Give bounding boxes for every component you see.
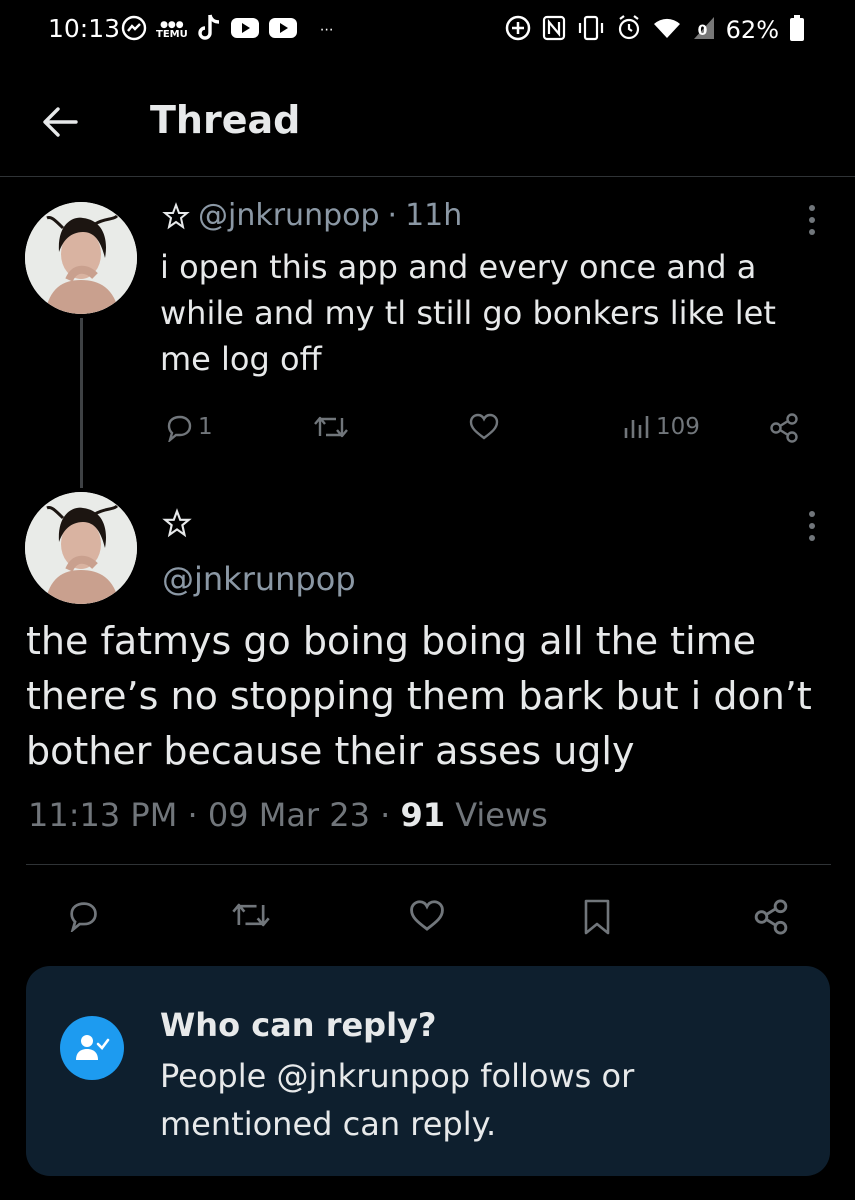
retweet-icon [232,903,270,927]
tweet-text: i open this app and every once and a whi… [160,248,776,378]
retweet-button[interactable] [312,412,350,442]
notification-icons: ●●● TEMU ⋯ [120,12,334,48]
page-title: Thread [150,98,301,142]
signal-label: 0 [697,23,708,39]
nfc-icon [542,15,566,45]
separator-dot: · [387,198,398,233]
reply-count: 1 [198,414,213,440]
status-time: 10:13 [48,14,121,43]
tweet-actions: 1 109 [0,406,855,450]
reply-restriction-card: Who can reply? People @jnkrunpop follows… [26,966,830,1176]
temu-icon: ●●● TEMU [156,20,188,40]
status-bar: 10:13 ●●● TEMU ⋯ 0 62% [0,0,855,64]
reply-restriction-title: Who can reply? [160,1006,437,1044]
youtube-icon [268,16,298,44]
view-count: 109 [656,414,700,440]
more-options-button[interactable] [802,200,822,240]
tweet-date[interactable]: 09 Mar 23 [208,796,370,834]
reply-button[interactable]: 1 [164,412,213,442]
tweet-header: @jnkrunpop · 11h [162,198,462,233]
tweet-actions [0,896,855,940]
bookmark-icon [584,899,610,935]
share-button[interactable] [752,898,790,936]
battery-icon [789,14,805,46]
system-icons: 0 62% [504,12,805,48]
thread-connector-line [80,318,83,488]
retweet-button[interactable] [230,898,272,932]
reply-icon [167,415,192,442]
star-icon [162,201,190,229]
avatar-photo [25,202,137,314]
wifi-icon [652,16,682,44]
reply-restriction-text: People @jnkrunpop follows or mentioned c… [160,1057,635,1143]
more-options-button[interactable] [802,506,822,546]
tweet-meta: 11:13 PM · 09 Mar 23 · 91 Views [28,796,548,834]
divider [26,864,831,865]
views-count[interactable]: 91 [400,796,445,834]
youtube-icon [230,16,260,44]
star-icon [162,508,192,538]
vibrate-icon [576,15,606,45]
reply-button[interactable] [66,898,100,932]
heart-icon [410,900,444,931]
messenger-icon [120,14,148,46]
tweet-text: the fatmys go boing boing all the time t… [26,619,812,773]
views-button[interactable]: 109 [622,412,700,442]
tweet-time[interactable]: 11h [405,198,462,233]
tweet-handle[interactable]: @jnkrunpop [162,560,356,598]
data-saver-icon [504,14,532,46]
heart-icon [469,413,499,440]
tiktok-icon [196,13,222,47]
avatar[interactable] [25,202,137,314]
battery-percent: 62% [725,16,779,44]
separator-dot: · [187,796,198,834]
like-button[interactable] [408,898,446,934]
bookmark-button[interactable] [582,898,612,936]
back-button[interactable] [38,100,82,144]
cell-signal-icon: 0 [692,15,716,45]
like-button[interactable] [468,412,500,442]
reply-icon [70,902,97,932]
alarm-icon [616,14,642,46]
verified-star-badge [162,508,192,542]
avatar-photo [25,492,137,604]
mention-user-icon [60,1016,124,1080]
share-icon [754,899,788,935]
back-arrow-icon [43,107,78,137]
tweet-timestamp[interactable]: 11:13 PM [28,796,177,834]
avatar[interactable] [25,492,137,604]
top-bar: Thread [0,64,855,177]
separator-dot: · [380,796,391,834]
tweet-handle[interactable]: @jnkrunpop [198,198,380,233]
more-vertical-icon [809,511,815,541]
share-button[interactable] [768,412,800,444]
analytics-icon [624,416,649,438]
more-vertical-icon [809,205,815,235]
share-icon [770,413,798,443]
temu-label: TEMU [156,29,188,40]
views-label: Views [455,796,548,834]
more-notifications-icon: ⋯ [319,22,334,38]
retweet-icon [314,416,348,438]
